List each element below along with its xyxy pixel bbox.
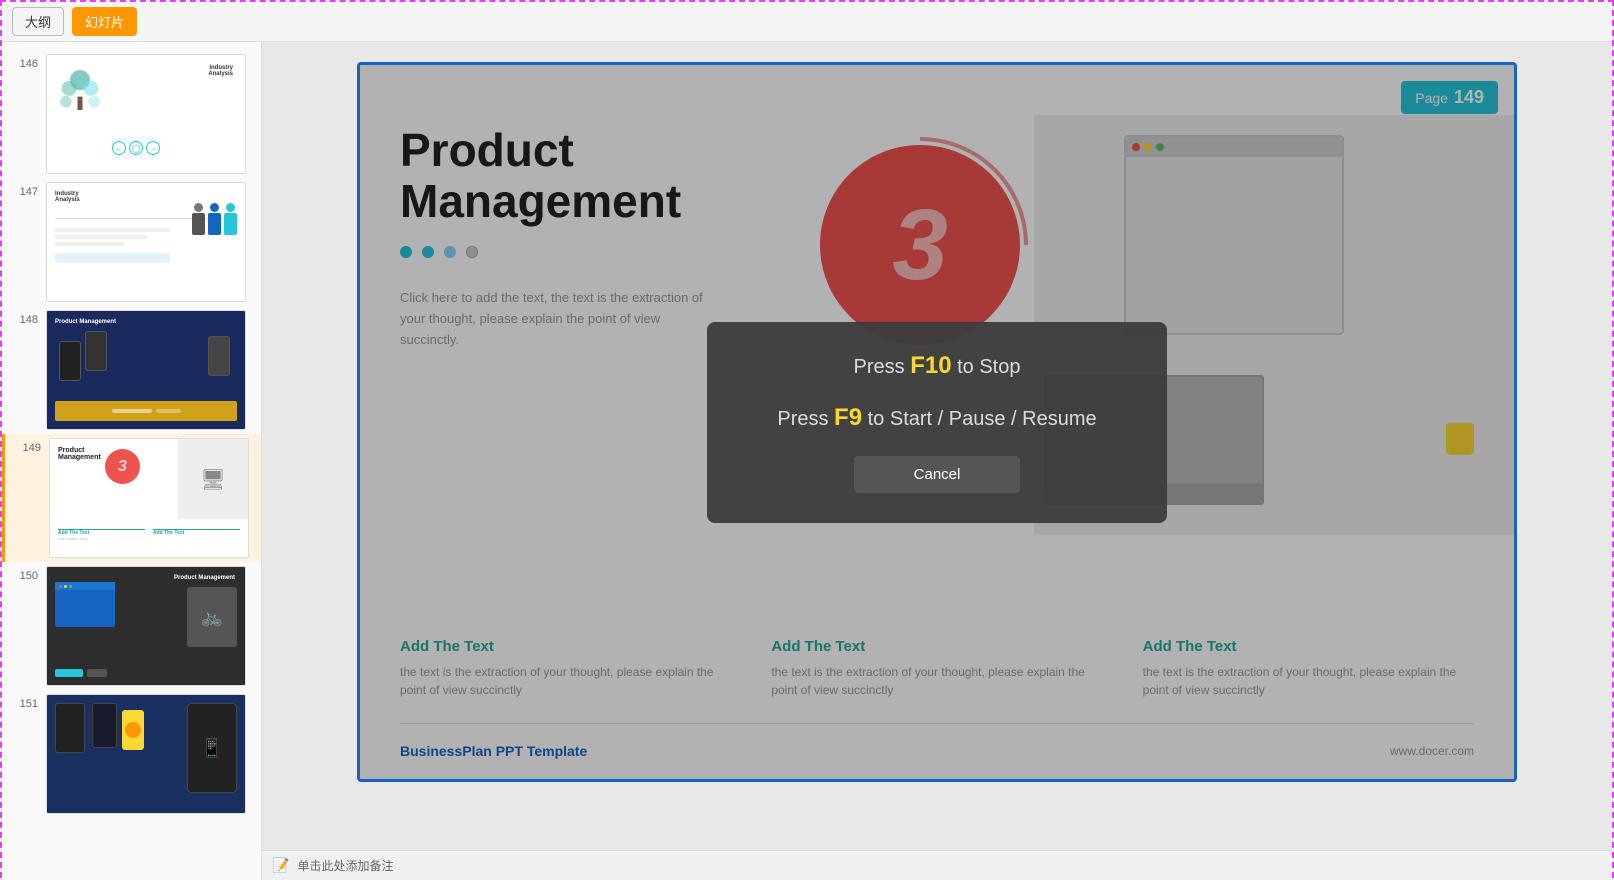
status-icon: 📝: [272, 857, 289, 874]
sidebar-item-150[interactable]: 150 Product Management 🚲: [2, 562, 261, 690]
slide-preview-147: IndustryAnalysis: [46, 182, 246, 302]
f10-key: F10: [910, 352, 951, 379]
slide-preview-148: Product Management: [46, 310, 246, 430]
f9-key: F9: [834, 404, 862, 431]
status-text: 单击此处添加备注: [297, 857, 393, 874]
slide-num-148: 148: [10, 310, 38, 326]
slide-num-149: 149: [13, 438, 41, 454]
slide-149-desk: 🖥: [178, 439, 248, 519]
tree-icon: [55, 70, 105, 120]
modal-box: Press F10 to Stop Press F9 to Start / Pa…: [707, 322, 1167, 523]
sidebar-item-147[interactable]: 147 IndustryAnalysis: [2, 178, 261, 306]
slide-preview-150: Product Management 🚲: [46, 566, 246, 686]
sidebar-item-151[interactable]: 151 📱: [2, 690, 261, 818]
slide-146-dots: ← ◯ →: [112, 141, 160, 155]
cancel-button[interactable]: Cancel: [854, 456, 1021, 493]
sidebar-item-146[interactable]: 146 IndustryAnalysis: [2, 50, 261, 178]
main-layout: 146 IndustryAnalysis: [2, 42, 1612, 880]
slide-preview-146: IndustryAnalysis ← ◯ →: [46, 54, 246, 174]
slide-146-title: IndustryAnalysis: [208, 65, 233, 77]
slides-tab[interactable]: 幻灯片: [72, 7, 137, 36]
slide-num-150: 150: [10, 566, 38, 582]
slide-preview-151: 📱: [46, 694, 246, 814]
web-screen-icon: [55, 582, 115, 627]
main-slide: Page 149 Product Management Click here t…: [357, 62, 1517, 782]
top-bar: 大纲 幻灯片: [2, 2, 1612, 42]
modal-line-1: Press F10 to Stop: [854, 352, 1021, 380]
slide-num-151: 151: [10, 694, 38, 710]
sidebar: 146 IndustryAnalysis: [2, 42, 262, 880]
sidebar-item-148[interactable]: 148 Product Management: [2, 306, 261, 434]
slide-149-circle: 3: [105, 449, 140, 484]
slide-num-147: 147: [10, 182, 38, 198]
content-area: Page 149 Product Management Click here t…: [262, 42, 1612, 880]
modal-overlay: Press F10 to Stop Press F9 to Start / Pa…: [360, 65, 1514, 779]
outline-tab[interactable]: 大纲: [12, 7, 64, 36]
status-bar: 📝 单击此处添加备注: [262, 850, 1612, 880]
sidebar-item-149[interactable]: 149 ProductManagement 3 🖥 Add The Text t…: [2, 434, 261, 562]
slide-preview-149: ProductManagement 3 🖥 Add The Text text …: [49, 438, 249, 558]
modal-line-2: Press F9 to Start / Pause / Resume: [777, 404, 1096, 432]
slide-147-figures: [192, 203, 237, 235]
slide-num-146: 146: [10, 54, 38, 70]
